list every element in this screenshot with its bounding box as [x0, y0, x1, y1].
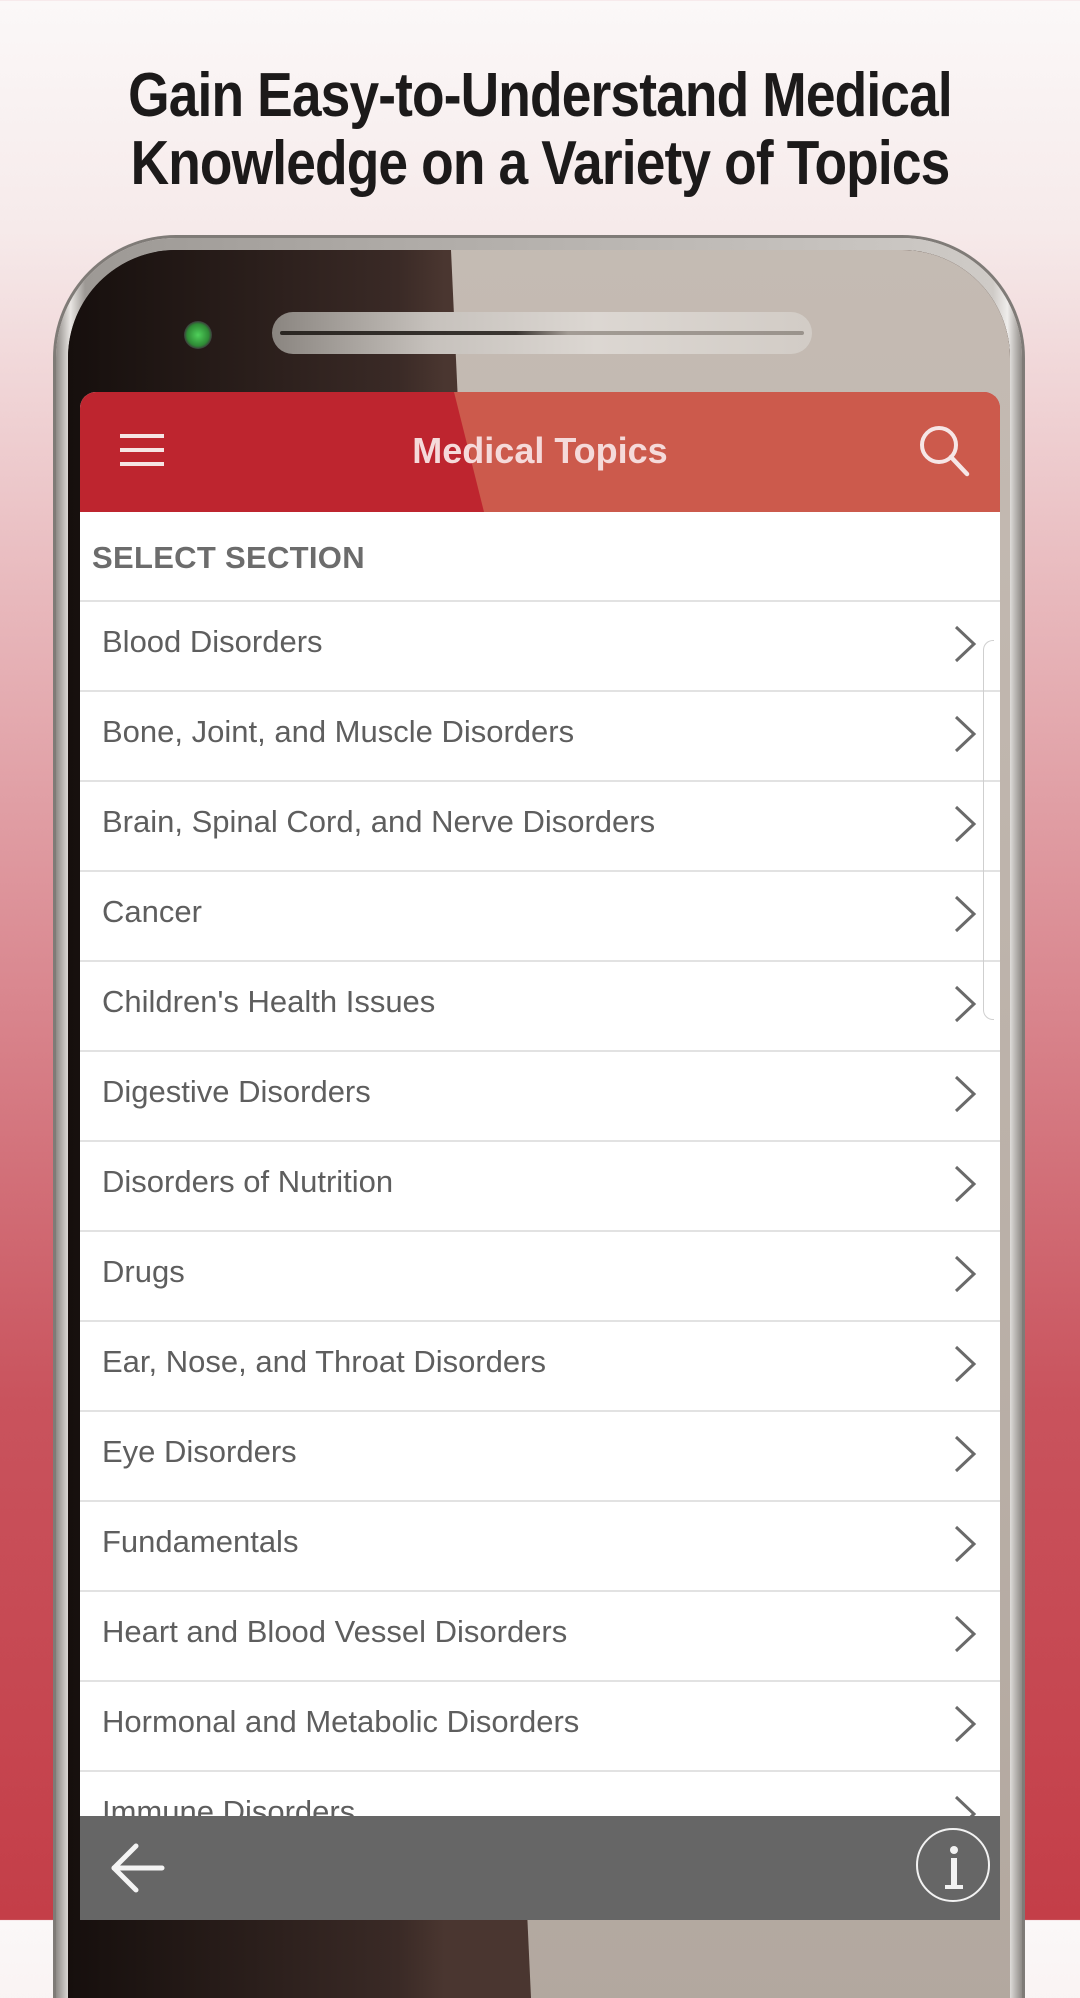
- topic-list-item[interactable]: Fundamentals: [80, 1502, 1000, 1592]
- topic-label: Cancer: [102, 894, 202, 929]
- app-bar: Medical Topics: [80, 392, 1000, 512]
- topic-label: Bone, Joint, and Muscle Disorders: [102, 714, 575, 749]
- chevron-right-icon: [952, 1074, 978, 1114]
- chevron-right-icon: [952, 624, 978, 664]
- bottom-bar: [80, 1816, 1000, 1920]
- topic-label: Fundamentals: [102, 1524, 299, 1559]
- chevron-right-icon: [952, 1434, 978, 1474]
- topic-list-item[interactable]: Disorders of Nutrition: [80, 1142, 1000, 1232]
- topic-list-item[interactable]: Cancer: [80, 872, 1000, 962]
- chevron-right-icon: [952, 1614, 978, 1654]
- search-icon[interactable]: [916, 422, 972, 478]
- promo-headline-line-1: Gain Easy-to-Understand Medical: [128, 61, 953, 130]
- info-icon[interactable]: [916, 1828, 990, 1902]
- chevron-right-icon: [952, 804, 978, 844]
- app-screen: Medical Topics SELECT SECTION Blood Diso…: [80, 392, 1000, 1920]
- topic-list-item[interactable]: Brain, Spinal Cord, and Nerve Disorders: [80, 782, 1000, 872]
- chevron-right-icon: [952, 1344, 978, 1384]
- chevron-right-icon: [952, 984, 978, 1024]
- topic-label: Drugs: [102, 1254, 185, 1289]
- chevron-right-icon: [952, 1524, 978, 1564]
- topic-label: Heart and Blood Vessel Disorders: [102, 1614, 568, 1649]
- topic-label: Eye Disorders: [102, 1434, 297, 1469]
- topic-label: Brain, Spinal Cord, and Nerve Disorders: [102, 804, 656, 839]
- topic-label: Digestive Disorders: [102, 1074, 371, 1109]
- topic-list-item[interactable]: Digestive Disorders: [80, 1052, 1000, 1142]
- app-bar-title: Medical Topics: [412, 430, 668, 471]
- topic-label: Hormonal and Metabolic Disorders: [102, 1704, 580, 1739]
- topic-list-item[interactable]: Drugs: [80, 1232, 1000, 1322]
- topic-list-item[interactable]: Hormonal and Metabolic Disorders: [80, 1682, 1000, 1772]
- topic-list: Blood Disorders Bone, Joint, and Muscle D…: [80, 600, 1000, 1862]
- topic-list-item[interactable]: Children's Health Issues: [80, 962, 1000, 1052]
- topic-list-item[interactable]: Bone, Joint, and Muscle Disorders: [80, 692, 1000, 782]
- chevron-right-icon: [952, 894, 978, 934]
- front-camera-icon: [184, 321, 212, 349]
- section-heading: SELECT SECTION: [92, 540, 365, 575]
- back-arrow-icon[interactable]: [110, 1838, 166, 1898]
- topic-list-item[interactable]: Heart and Blood Vessel Disorders: [80, 1592, 1000, 1682]
- topic-list-item[interactable]: Eye Disorders: [80, 1412, 1000, 1502]
- topic-label: Blood Disorders: [102, 624, 323, 659]
- topic-list-item[interactable]: Blood Disorders: [80, 602, 1000, 692]
- topic-label: Ear, Nose, and Throat Disorders: [102, 1344, 546, 1379]
- scrollbar[interactable]: [983, 640, 994, 1020]
- topic-list-item[interactable]: Ear, Nose, and Throat Disorders: [80, 1322, 1000, 1412]
- chevron-right-icon: [952, 1704, 978, 1744]
- topic-label: Children's Health Issues: [102, 984, 436, 1019]
- chevron-right-icon: [952, 714, 978, 754]
- chevron-right-icon: [952, 1254, 978, 1294]
- promo-headline-line-2: Knowledge on a Variety of Topics: [130, 129, 951, 198]
- topic-label: Disorders of Nutrition: [102, 1164, 394, 1199]
- earpiece-speaker: [272, 312, 812, 354]
- promo-headline: Gain Easy-to-Understand Medical Knowledg…: [76, 62, 1005, 198]
- chevron-right-icon: [952, 1164, 978, 1204]
